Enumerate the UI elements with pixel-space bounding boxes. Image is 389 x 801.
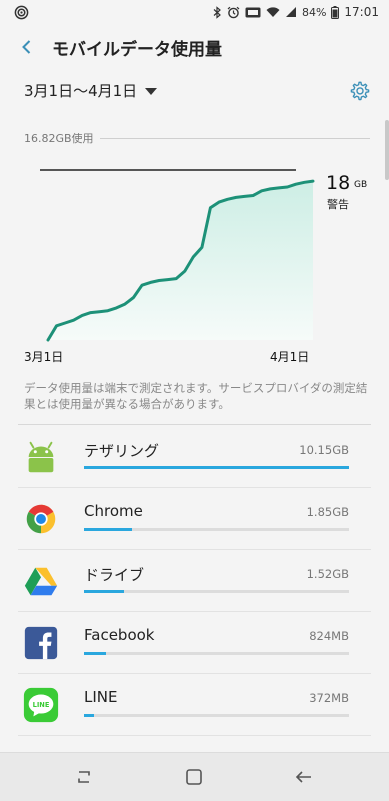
dropdown-arrow-icon xyxy=(145,88,158,95)
app-name: Facebook xyxy=(84,626,155,644)
app-bar: モバイルデータ使用量 xyxy=(0,26,389,70)
google-drive-icon xyxy=(24,567,58,596)
warning-unit: GB xyxy=(354,180,368,190)
warning-label: 警告 xyxy=(327,198,349,211)
measurement-note: データ使用量は端末で測定されます。サービスプロバイダの測定結果とは使用量が異なる… xyxy=(24,381,368,411)
list-item[interactable]: Facebook 824MB xyxy=(0,612,389,674)
app-name: LINE xyxy=(84,688,118,706)
app-name: Chrome xyxy=(84,502,143,520)
usage-bar-fill xyxy=(84,466,349,469)
signal-icon xyxy=(285,7,296,17)
usage-bar xyxy=(84,528,349,531)
date-range-row: 3月1日〜4月1日 xyxy=(0,72,389,112)
bluetooth-icon xyxy=(213,5,221,19)
wifi-icon xyxy=(266,7,280,17)
usage-bar-fill xyxy=(84,528,133,531)
recent-apps-icon[interactable] xyxy=(72,765,96,789)
app-notification-icon xyxy=(14,5,29,20)
svg-text:LINE: LINE xyxy=(33,701,50,709)
app-usage: 824MB xyxy=(309,629,349,643)
scroll-indicator[interactable] xyxy=(385,120,389,180)
page-title: モバイルデータ使用量 xyxy=(52,40,222,60)
alarm-icon xyxy=(227,6,240,18)
app-name: ドライブ xyxy=(84,566,145,584)
divider xyxy=(18,424,371,425)
line-icon: LINE xyxy=(23,687,59,723)
list-item[interactable]: Chrome 1.85GB xyxy=(0,488,389,550)
usage-bar xyxy=(84,590,349,593)
list-item[interactable]: ドライブ 1.52GB xyxy=(0,550,389,612)
battery-percentage: 84% xyxy=(301,5,327,19)
app-usage: 1.85GB xyxy=(306,505,349,519)
usage-bar xyxy=(84,466,349,469)
date-range-label: 3月1日〜4月1日 xyxy=(24,82,138,100)
x-axis-start-label: 3月1日 xyxy=(24,350,64,364)
chrome-icon xyxy=(26,504,56,534)
navigation-bar xyxy=(0,752,389,801)
usage-bar-fill xyxy=(84,714,94,717)
warning-value[interactable]: 18 xyxy=(326,172,350,194)
divider xyxy=(18,735,371,736)
home-icon[interactable] xyxy=(182,765,206,789)
usage-chart: 16.82GB使用 18 GB 警告 3月1日 4月1日 xyxy=(0,122,389,372)
volte-icon xyxy=(245,7,261,17)
usage-bar xyxy=(84,714,349,717)
status-bar: 84% 17:01 xyxy=(0,0,389,26)
facebook-icon xyxy=(24,626,58,660)
list-item[interactable]: テザリング 10.15GB xyxy=(0,426,389,488)
usage-chart-svg xyxy=(40,169,315,342)
clock: 17:01 xyxy=(344,5,379,19)
date-range-dropdown[interactable]: 3月1日〜4月1日 xyxy=(24,80,158,101)
app-name: テザリング xyxy=(84,442,160,460)
app-usage: 1.52GB xyxy=(306,567,349,581)
back-icon[interactable] xyxy=(292,765,316,789)
usage-bar-fill xyxy=(84,590,124,593)
list-item[interactable]: LINE LINE 372MB xyxy=(0,674,389,736)
usage-bar xyxy=(84,652,349,655)
usage-area-fill xyxy=(48,181,313,340)
app-usage: 10.15GB xyxy=(299,443,349,457)
android-icon xyxy=(28,441,54,473)
gear-icon[interactable] xyxy=(349,80,371,102)
battery-icon xyxy=(331,5,340,19)
usage-bar-fill xyxy=(84,652,106,655)
x-axis-end-label: 4月1日 xyxy=(270,350,310,364)
back-arrow-icon[interactable] xyxy=(16,36,38,58)
app-usage: 372MB xyxy=(309,691,349,705)
